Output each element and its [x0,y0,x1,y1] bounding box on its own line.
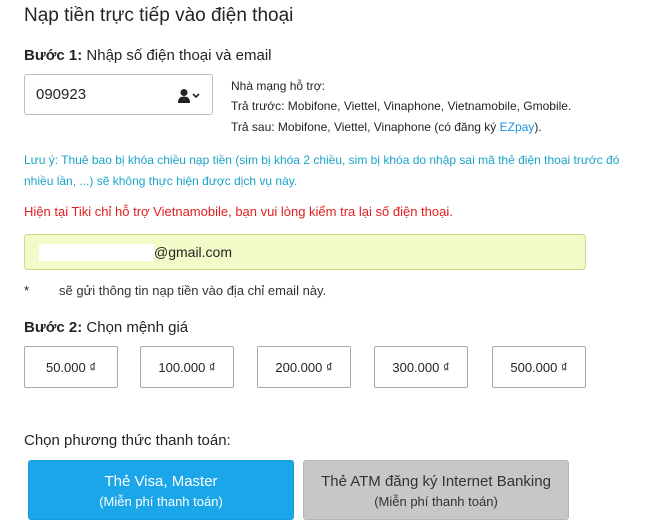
step1-text: Nhập số điện thoại và email [86,47,272,64]
step2-heading: Bước 2: Chọn mệnh giá [24,319,188,336]
note-line-1: Lưu ý: Thuê bao bị khóa chiều nạp tiền (… [24,153,620,167]
pay-atm-subtitle: (Miễn phí thanh toán) [374,494,498,509]
warning-message: Hiện tại Tiki chỉ hỗ trợ Vietnamobile, b… [24,204,453,219]
carrier-heading: Nhà mạng hỗ trợ: [231,79,325,93]
pay-atm-title: Thẻ ATM đăng ký Internet Banking [321,473,551,490]
email-redaction [39,244,154,261]
page-title: Nạp tiền trực tiếp vào điện thoại [24,5,294,26]
step2-text: Chọn mệnh giá [86,319,189,336]
step1-label: Bước 1: [24,47,83,64]
carrier-postpaid-suffix: ). [534,120,542,134]
email-value[interactable]: @gmail.com [154,244,232,260]
pay-visa-subtitle: (Miễn phí thanh toán) [99,494,223,509]
contact-dropdown-icon[interactable] [178,88,200,104]
pay-atm-button[interactable]: Thẻ ATM đăng ký Internet Banking (Miễn p… [303,460,569,520]
note-line-2: nhiều lần, ...) sẽ không thực hiện được … [24,174,298,188]
denomination-500000[interactable]: 500.000 ₫ [492,346,586,388]
phone-value[interactable]: 090923 [36,86,86,103]
denomination-100000[interactable]: 100.000 ₫ [140,346,234,388]
email-note: sẽ gửi thông tin nạp tiền vào địa chỉ em… [59,283,327,298]
payment-method-label: Chọn phương thức thanh toán: [24,432,231,449]
denomination-50000[interactable]: 50.000 ₫ [24,346,118,388]
email-note-star: * [24,283,30,298]
denomination-200000[interactable]: 200.000 ₫ [257,346,351,388]
carrier-postpaid-prefix: Trả sau: Mobifone, Viettel, Vinaphone (c… [231,120,500,134]
pay-visa-title: Thẻ Visa, Master [104,473,218,490]
denomination-300000[interactable]: 300.000 ₫ [374,346,468,388]
phone-input[interactable]: 090923 [24,74,213,115]
step1-heading: Bước 1: Nhập số điện thoại và email [24,47,272,64]
step2-label: Bước 2: [24,319,83,336]
email-input[interactable]: @gmail.com [24,234,586,270]
ezpay-link[interactable]: EZpay [500,120,535,134]
carrier-postpaid: Trả sau: Mobifone, Viettel, Vinaphone (c… [231,121,542,133]
carrier-prepaid: Trả trước: Mobifone, Viettel, Vinaphone,… [231,99,572,113]
pay-visa-master-button[interactable]: Thẻ Visa, Master (Miễn phí thanh toán) [28,460,294,520]
